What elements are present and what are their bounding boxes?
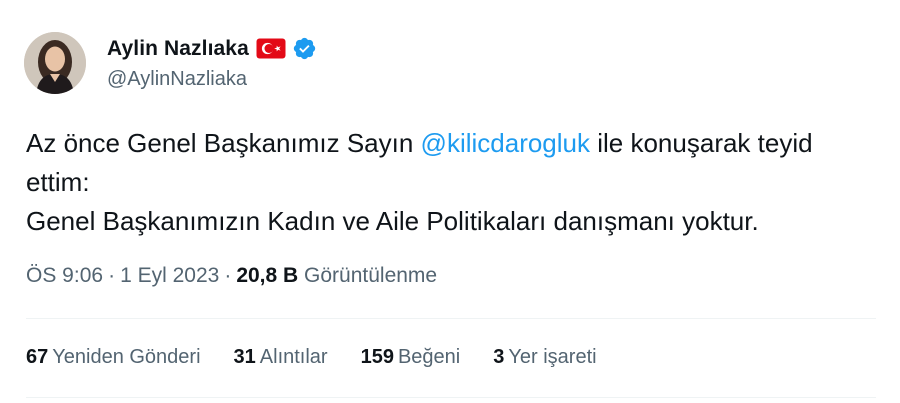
engagement-stats: 67 Yeniden Gönderi 31 Alıntılar 159 Beğeni … <box>26 346 630 369</box>
tweet-line-1: Az önce Genel Başkanımız Sayın @kilicdar… <box>26 124 876 163</box>
stat-count: 3 <box>493 346 505 368</box>
tweet-card: Aylin Nazlıaka @AylinNazliaka Az önce Ge… <box>0 0 900 403</box>
stat-count: 31 <box>233 346 256 368</box>
author-handle[interactable]: @AylinNazliaka <box>107 68 247 91</box>
views-count: 20,8 B <box>236 264 299 287</box>
stat-count: 159 <box>360 346 394 368</box>
avatar[interactable] <box>24 32 86 94</box>
stat-count: 67 <box>26 346 49 368</box>
tweet-time[interactable]: ÖS 9:06 <box>26 264 103 287</box>
tweet-text-segment: Az önce Genel Başkanımız Sayın <box>26 128 421 158</box>
stat-quotes[interactable]: 31 Alıntılar <box>234 346 328 369</box>
meta-separator: · <box>224 264 232 287</box>
views-label: Görüntülenme <box>304 264 438 287</box>
meta-separator: · <box>108 264 116 287</box>
tweet-text: Az önce Genel Başkanımız Sayın @kilicdar… <box>26 124 876 241</box>
stat-likes[interactable]: 159 Beğeni <box>361 346 461 369</box>
divider <box>26 397 876 398</box>
tweet-meta: ÖS 9:06 · 1 Eyl 2023 · 20,8 B Görüntülenme <box>26 264 437 288</box>
stat-label: Yeniden Gönderi <box>52 346 201 368</box>
stat-bookmarks[interactable]: 3 Yer işareti <box>493 346 596 369</box>
avatar-image <box>24 32 86 94</box>
tweet-line-2: ettim: <box>26 167 90 197</box>
tweet-line-3: Genel Başkanımızın Kadın ve Aile Politik… <box>26 206 759 236</box>
tweet-date[interactable]: 1 Eyl 2023 <box>120 264 219 287</box>
tweet-text-segment: ile konuşarak teyid <box>590 128 813 158</box>
stat-reposts[interactable]: 67 Yeniden Gönderi <box>26 346 201 369</box>
divider <box>26 318 876 319</box>
verified-badge-icon[interactable] <box>292 36 317 61</box>
author-display-name[interactable]: Aylin Nazlıaka <box>107 37 249 61</box>
stat-label: Yer işareti <box>508 346 597 368</box>
stat-label: Beğeni <box>397 346 461 368</box>
author-name-row: Aylin Nazlıaka <box>107 36 317 61</box>
mention-link[interactable]: @kilicdarogluk <box>421 128 590 158</box>
stat-label: Alıntılar <box>259 346 328 368</box>
turkey-flag-icon <box>256 38 286 59</box>
